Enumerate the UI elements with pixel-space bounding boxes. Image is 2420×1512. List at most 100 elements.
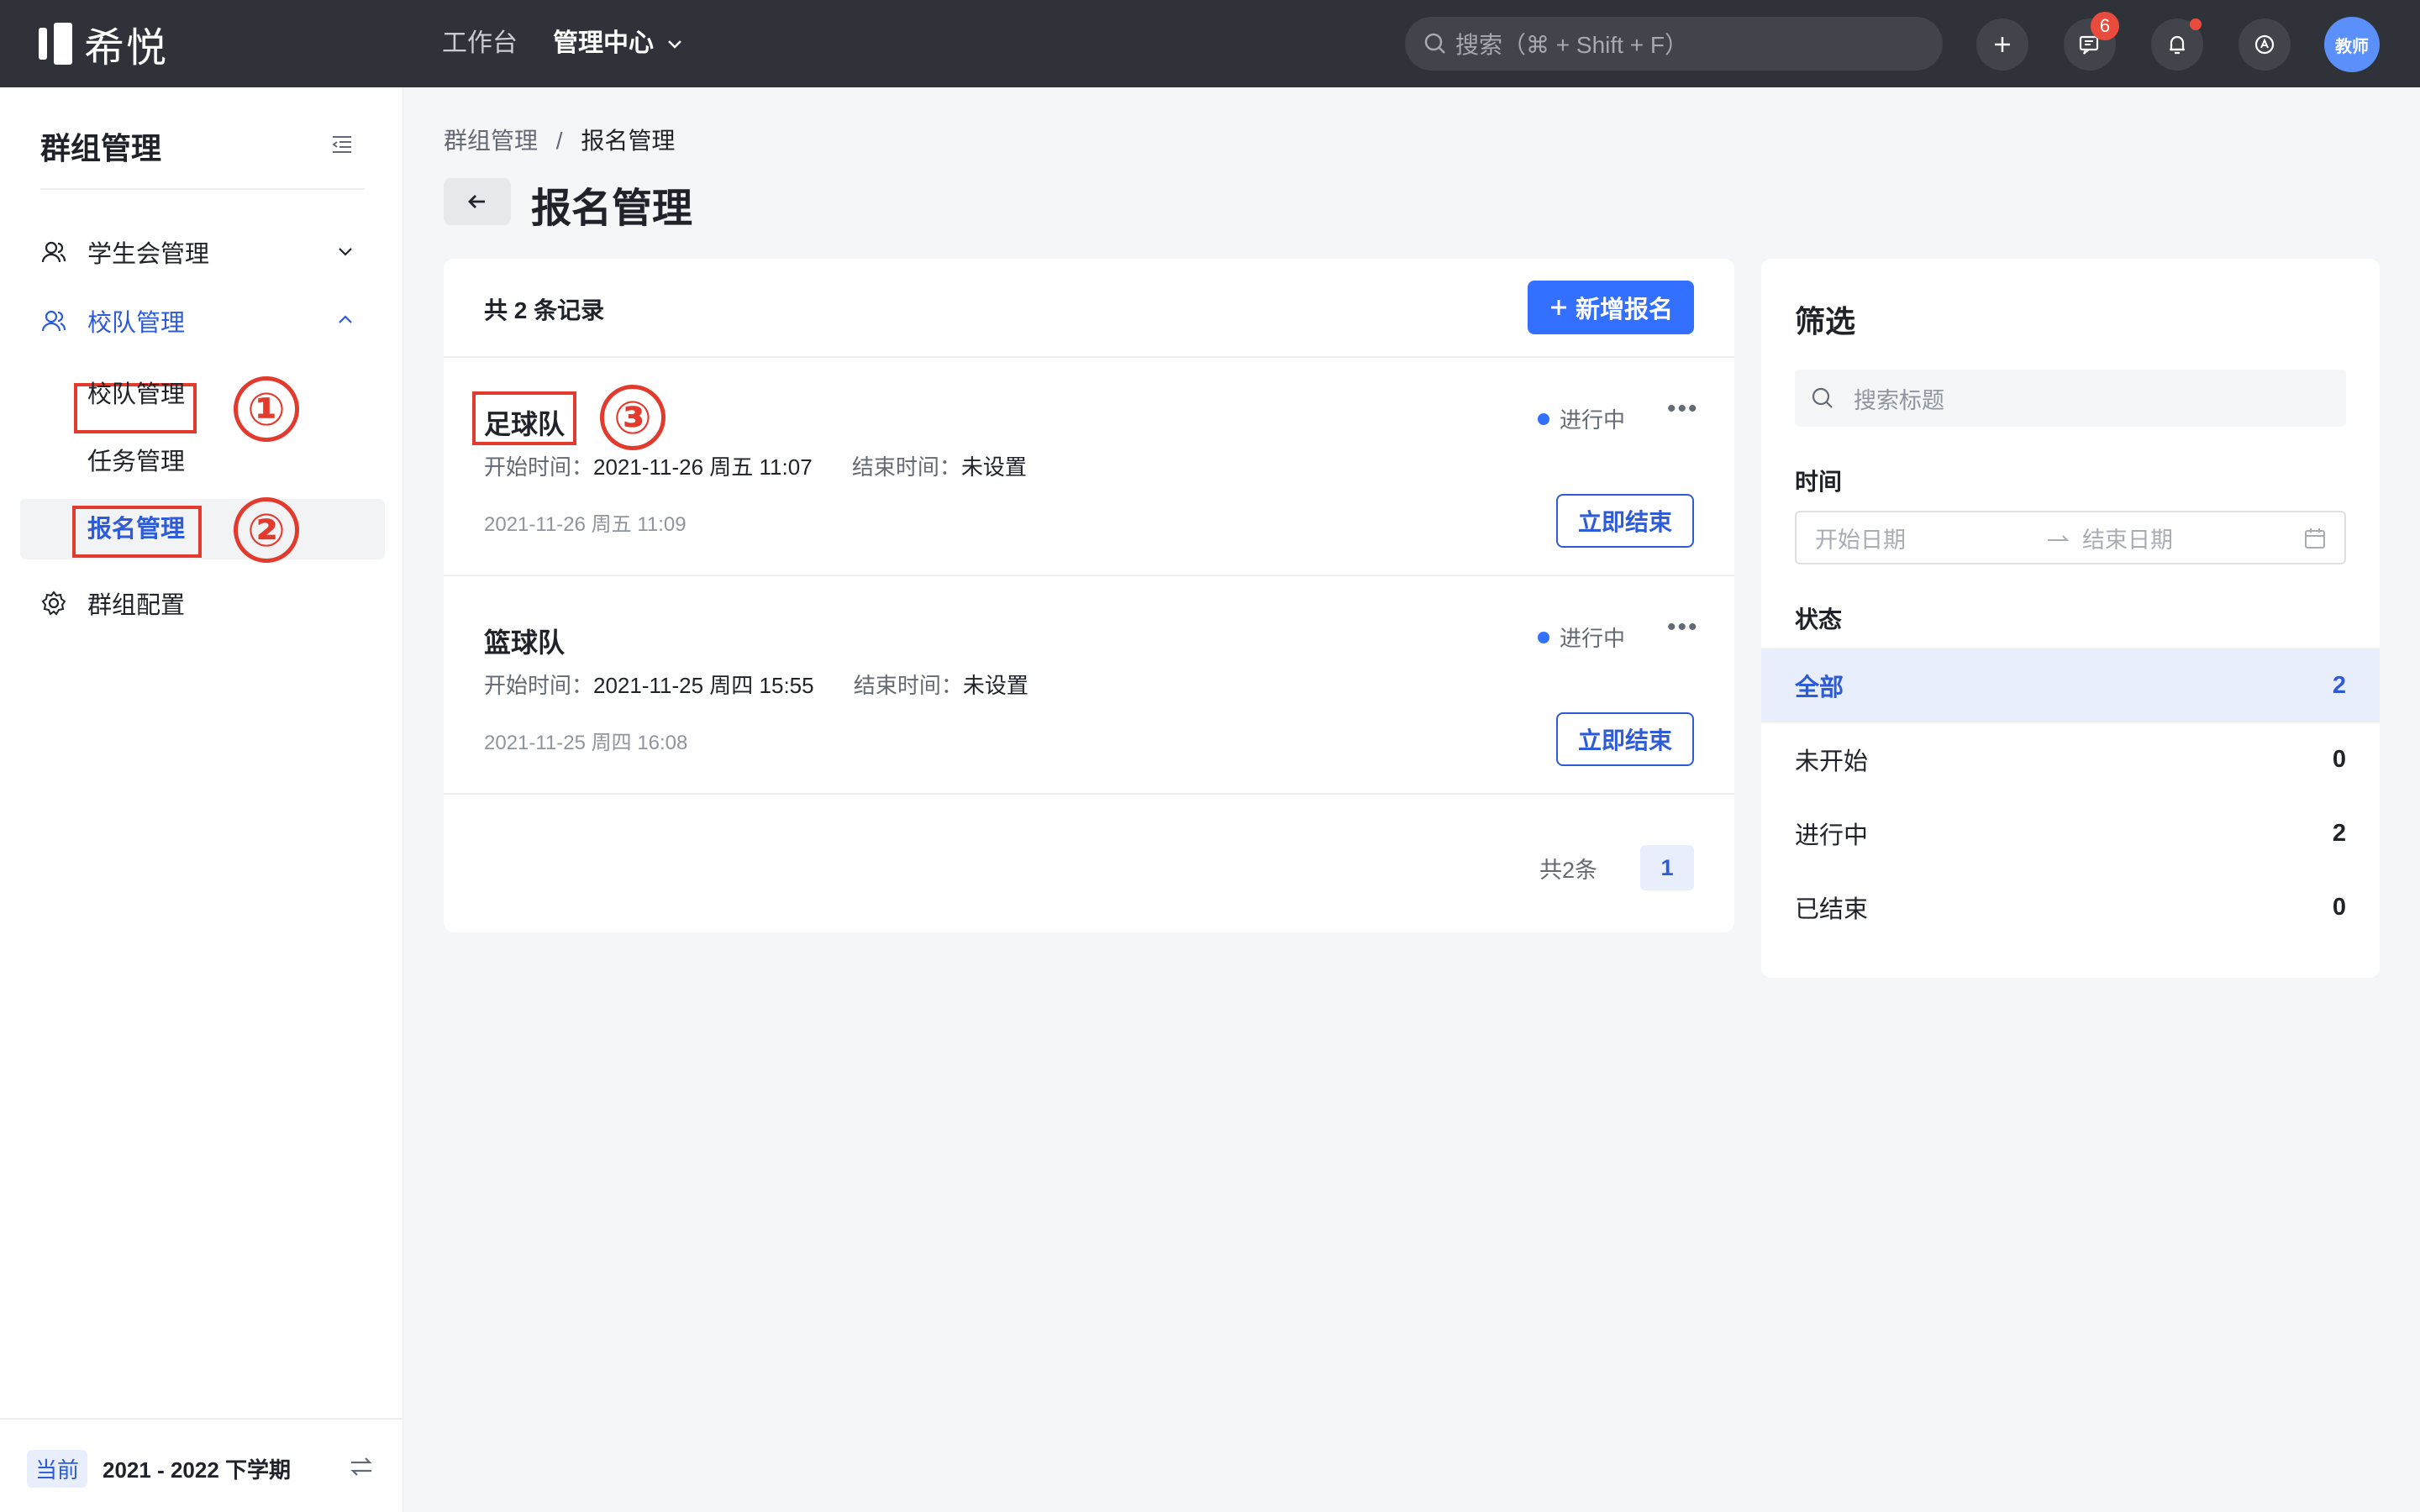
plus-icon [1550,300,1566,315]
status-filter-label: 进行中 [1795,822,1869,849]
sidebar-item-school-team[interactable]: 校队管理 [20,291,385,351]
sync-icon [2254,34,2275,55]
sidebar-item-student-union[interactable]: 学生会管理 [20,222,385,282]
user-avatar[interactable]: 教师 [2324,17,2380,72]
status-badge: 进行中 [1538,622,1625,653]
filter-search-placeholder: 搜索标题 [1854,387,1944,413]
date-range-picker[interactable]: 开始日期 结束日期 [1795,511,2346,564]
status-text: 进行中 [1560,407,1626,433]
nav-admin-label: 管理中心 [553,29,654,57]
search-icon [1812,387,1833,408]
divider [444,793,1734,795]
start-time-value: 2021-11-26 周五 11:07 [593,454,813,480]
status-filter-in-progress[interactable]: 进行中 2 [1761,796,2380,870]
breadcrumb: 群组管理 / 报名管理 [444,123,675,156]
nav-admin-center[interactable]: 管理中心 [553,25,684,62]
sidebar-item-label: 学生会管理 [87,241,210,268]
breadcrumb-current: 报名管理 [581,128,676,154]
registration-item-title[interactable]: 篮球队 [484,622,565,660]
users-icon [20,239,87,265]
bell-icon [2170,35,2185,55]
more-options-icon[interactable]: ••• [1667,395,1699,423]
status-filter-count: 0 [2332,893,2346,921]
current-term-value: 2021 - 2022 下学期 [103,1457,292,1483]
gear-icon [20,590,87,617]
annotation-box-2 [72,506,202,558]
divider [444,575,1734,576]
filter-search-input[interactable]: 搜索标题 [1795,370,2346,427]
breadcrumb-separator: / [555,128,563,154]
start-time-label: 开始时间： [484,673,594,698]
annotation-number-3: ③ [600,385,666,450]
end-time-label: 结束时间： [851,454,961,480]
status-label: 状态 [1795,606,1843,633]
add-registration-label: 新增报名 [1575,297,1673,323]
sidebar-subitem-tasks[interactable]: 任务管理 [87,432,185,492]
status-filter-count: 2 [2332,671,2346,699]
end-time-value: 未设置 [960,454,1027,480]
status-filter-not-started[interactable]: 未开始 0 [1761,722,2380,796]
created-date: 2021-11-25 周四 16:08 [484,732,688,754]
sidebar: 群组管理 学生会管理 校队管理 ① 校队管理 任务管理 报名管理 ② 群组配置 … [0,87,403,1512]
back-button[interactable] [444,178,511,225]
calendar-icon [2305,528,2325,549]
record-count: 共 2 条记录 [484,297,605,323]
end-time-label: 结束时间： [853,673,963,698]
annotation-number-1: ① [234,376,299,442]
collapse-sidebar-icon[interactable] [329,131,355,160]
app-logo[interactable]: 希悦 [39,22,168,71]
notification-dot [2190,18,2202,30]
status-filter-label: 未开始 [1795,748,1869,775]
global-search-input[interactable]: 搜索（⌘ + Shift + F） [1405,17,1943,71]
search-placeholder: 搜索（⌘ + Shift + F） [1455,32,1688,58]
logo-mark-icon [39,23,72,65]
chevron-down-icon [668,40,681,49]
created-date: 2021-11-26 周五 11:09 [484,513,687,536]
add-registration-button[interactable]: 新增报名 [1528,281,1694,334]
status-filter-label: 已结束 [1795,896,1869,923]
filter-title: 筛选 [1795,304,1856,339]
sidebar-divider [40,188,365,190]
status-filter-ended[interactable]: 已结束 0 [1761,870,2380,944]
messages-button[interactable]: 6 [2064,12,2119,71]
users-icon [20,307,87,334]
sidebar-footer-divider [0,1418,403,1420]
status-filter-all[interactable]: 全部 2 [1761,648,2380,722]
create-button[interactable] [1976,18,2028,71]
switch-term-icon[interactable] [348,1453,375,1484]
arrow-left-icon [468,195,485,208]
logo-text: 希悦 [84,26,169,71]
registration-item-times: 开始时间：2021-11-25 周四 15:55 结束时间：未设置 [484,669,1028,700]
sidebar-item-group-config[interactable]: 群组配置 [20,573,385,633]
sync-button[interactable] [2238,18,2291,71]
start-time-label: 开始时间： [484,454,594,480]
breadcrumb-root[interactable]: 群组管理 [444,128,538,154]
notifications-button[interactable] [2151,18,2203,71]
annotation-number-2: ② [234,497,299,563]
end-date-placeholder: 结束日期 [2082,527,2173,553]
sidebar-subitem-school-team[interactable]: 校队管理 [87,365,185,425]
status-filter-label: 全部 [1795,675,1844,701]
end-now-button[interactable]: 立即结束 [1556,712,1694,766]
status-dot [1538,631,1549,643]
registration-list-card: 共 2 条记录 新增报名 足球队 ③ 进行中 ••• 开始时间：2021-11-… [444,259,1734,932]
top-bar: 希悦 工作台 管理中心 搜索（⌘ + Shift + F） 6 教师 [0,0,2420,87]
chevron-down-icon [339,248,352,256]
start-time-value: 2021-11-25 周四 15:55 [593,673,814,698]
messages-count-badge: 6 [2091,12,2119,40]
more-options-icon[interactable]: ••• [1667,613,1699,642]
status-badge: 进行中 [1538,403,1625,434]
divider [444,356,1734,358]
filter-panel: 筛选 搜索标题 时间 开始日期 结束日期 状态 全部 2 未开始 0 进行中 2… [1761,259,2380,978]
end-time-value: 未设置 [962,673,1028,698]
chevron-up-icon [339,315,352,323]
sidebar-title: 群组管理 [40,131,162,165]
sidebar-item-label: 校队管理 [87,310,186,337]
pagination-total: 共2条 [1539,858,1598,883]
nav-workbench[interactable]: 工作台 [442,25,518,62]
pagination-page-1[interactable]: 1 [1640,845,1694,890]
current-term-tag: 当前 [27,1450,88,1488]
plus-icon [1995,37,2010,52]
status-dot [1538,412,1549,425]
end-now-button[interactable]: 立即结束 [1556,494,1694,548]
